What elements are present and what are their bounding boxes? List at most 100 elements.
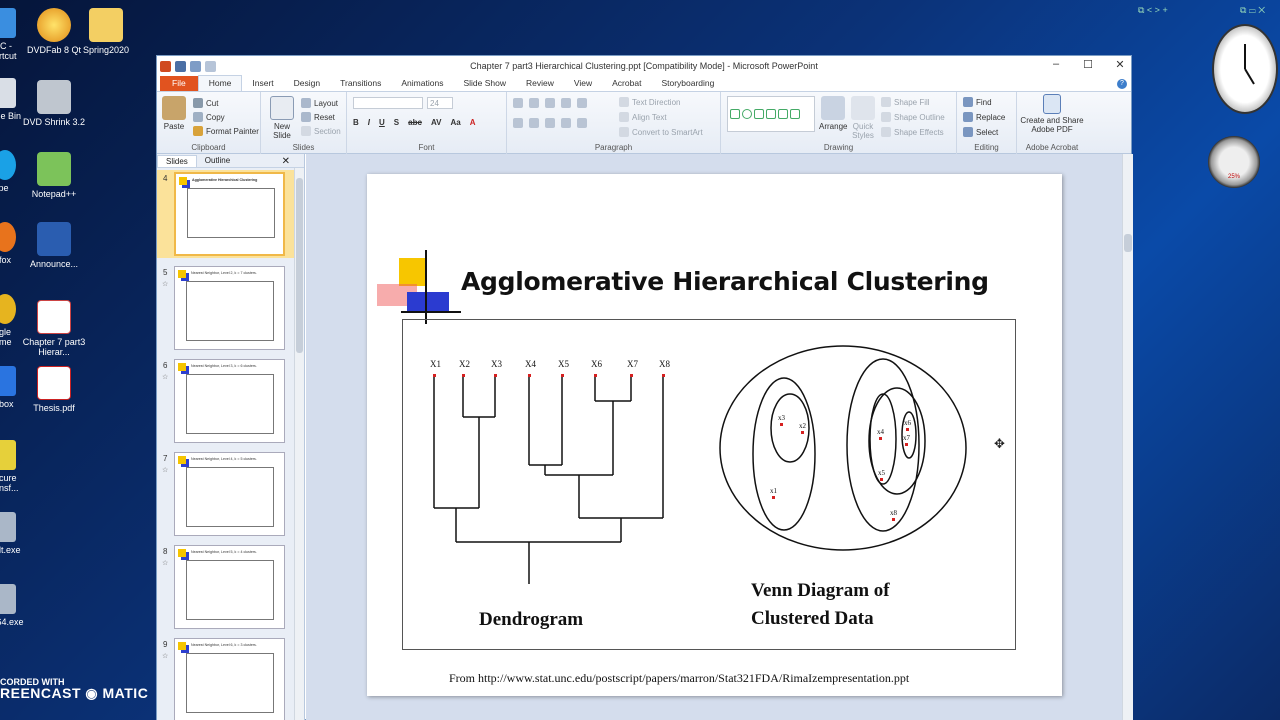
current-slide[interactable]: Agglomerative Hierarchical Clustering X1…: [367, 174, 1062, 696]
desktop-icon-ppt-file[interactable]: Chapter 7 part3 Hierar...: [22, 300, 86, 357]
tab-view[interactable]: View: [564, 76, 602, 91]
help-icon[interactable]: ?: [1117, 79, 1127, 89]
desktop-icon-skype[interactable]: ype: [0, 150, 24, 193]
desktop-icon-t64-exe[interactable]: t64.exe: [0, 584, 24, 627]
shape-effects-button[interactable]: Shape Effects: [881, 127, 944, 137]
font-color-icon[interactable]: A: [470, 118, 476, 127]
slides-pane-scrollbar[interactable]: [294, 168, 304, 720]
rectangle-shape-icon[interactable]: [730, 109, 740, 119]
strikethrough-icon[interactable]: abc: [408, 118, 422, 127]
minimize-button[interactable]: –: [1049, 58, 1063, 71]
desktop-icon-ult-exe[interactable]: ult.exe: [0, 512, 24, 555]
shape-fill-button[interactable]: Shape Fill: [881, 97, 930, 107]
numbering-icon[interactable]: [529, 98, 539, 108]
shapes-gallery[interactable]: [727, 96, 815, 132]
replace-button[interactable]: Replace: [963, 112, 1005, 122]
desktop-icon-recycle-bin[interactable]: cle Bin: [0, 78, 24, 121]
tab-review[interactable]: Review: [516, 76, 564, 91]
slide-thumbnail[interactable]: 6 ☆ Nearest Neighbor, Level 3, k = 6 clus…: [157, 357, 295, 445]
font-size-select[interactable]: 24: [427, 97, 453, 109]
desktop-icon-pc-shortcut[interactable]: PC - ortcut: [0, 8, 24, 61]
new-slide-button[interactable]: New Slide: [267, 96, 297, 140]
section-button[interactable]: Section: [301, 126, 341, 136]
desktop-icon-word-doc[interactable]: Announce...: [22, 222, 86, 269]
change-case-icon[interactable]: Aa: [450, 118, 460, 127]
slide-scrollbar[interactable]: [1122, 154, 1133, 720]
bullets-icon[interactable]: [513, 98, 523, 108]
tab-file[interactable]: File: [160, 76, 198, 91]
columns-icon[interactable]: [577, 118, 587, 128]
line-shape-icon[interactable]: [754, 109, 764, 119]
align-text-icon: [619, 112, 629, 122]
slide-thumbnail[interactable]: 8 ☆ Nearest Neighbor, Level 5, k = 4 clus…: [157, 543, 295, 631]
create-pdf-button[interactable]: Create and Share Adobe PDF: [1019, 94, 1085, 134]
desktop-icon-dvd-shrink[interactable]: DVD Shrink 3.2: [22, 80, 86, 127]
select-button[interactable]: Select: [963, 127, 998, 137]
point-label: x1: [770, 487, 778, 495]
cut-button[interactable]: Cut: [193, 98, 218, 108]
justify-icon[interactable]: [561, 118, 571, 128]
arrange-button[interactable]: Arrange: [819, 96, 847, 131]
desktop-icon-secure-transfer[interactable]: ecure ansf...: [0, 440, 24, 493]
copy-button[interactable]: Copy: [193, 112, 225, 122]
pane-close-icon[interactable]: ✕: [274, 155, 298, 168]
desktop-icon-thesis-pdf[interactable]: Thesis.pdf: [22, 366, 86, 413]
decrease-indent-icon[interactable]: [545, 98, 555, 108]
desktop-icon-notepadpp[interactable]: Notepad++: [22, 152, 86, 199]
tab-acrobat[interactable]: Acrobat: [602, 76, 651, 91]
tab-slides-pane[interactable]: Slides: [157, 154, 197, 167]
redo-icon[interactable]: [205, 60, 216, 72]
tab-outline-pane[interactable]: Outline: [197, 155, 238, 166]
find-button[interactable]: Find: [963, 97, 992, 107]
shape-outline-button[interactable]: Shape Outline: [881, 112, 945, 122]
font-name-select[interactable]: [353, 97, 423, 109]
quick-styles-button[interactable]: Quick Styles: [849, 96, 877, 140]
tab-insert[interactable]: Insert: [242, 76, 283, 91]
format-painter-button[interactable]: Format Painter: [193, 126, 259, 136]
bold-icon[interactable]: B: [353, 118, 359, 127]
taskbar-mini-controls-2: ⧉ ▭ ✕: [1240, 5, 1266, 15]
tab-home[interactable]: Home: [197, 75, 243, 91]
text-direction-button[interactable]: Text Direction: [619, 97, 680, 107]
slide-thumbnail[interactable]: 4 Agglomerative Hierarchical Clustering: [157, 170, 295, 258]
powerpoint-logo-icon[interactable]: [160, 60, 171, 72]
save-icon[interactable]: [175, 60, 186, 72]
tab-slide-show[interactable]: Slide Show: [453, 76, 516, 91]
tab-design[interactable]: Design: [284, 76, 330, 91]
reset-button[interactable]: Reset: [301, 112, 335, 122]
increase-indent-icon[interactable]: [561, 98, 571, 108]
reset-icon: [301, 112, 311, 122]
close-button[interactable]: ✕: [1113, 58, 1127, 71]
layout-button[interactable]: Layout: [301, 98, 338, 108]
tab-animations[interactable]: Animations: [391, 76, 453, 91]
desktop-icon-folder[interactable]: Spring2020: [74, 8, 138, 55]
align-right-icon[interactable]: [545, 118, 555, 128]
desktop-icon-firefox[interactable]: efox: [0, 222, 24, 265]
align-text-button[interactable]: Align Text: [619, 112, 667, 122]
taskbar-mini-controls: ⧉ < > +: [1138, 5, 1168, 15]
tab-transitions[interactable]: Transitions: [330, 76, 391, 91]
point-label: x7: [903, 434, 911, 442]
desktop-icon-dropbox[interactable]: obox: [0, 366, 24, 409]
slide-thumbnail[interactable]: 9 ☆ Nearest Neighbor, Level 6, k = 3 clus…: [157, 636, 295, 720]
smartart-button[interactable]: Convert to SmartArt: [619, 127, 703, 137]
slide-thumbnail[interactable]: 7 ☆ Nearest Neighbor, Level 4, k = 5 clus…: [157, 450, 295, 538]
maximize-button[interactable]: ☐: [1081, 58, 1095, 71]
tab-storyboarding[interactable]: Storyboarding: [651, 76, 724, 91]
align-left-icon[interactable]: [513, 118, 523, 128]
oval-shape-icon[interactable]: [742, 109, 752, 119]
italic-icon[interactable]: I: [368, 118, 370, 127]
shadow-icon[interactable]: S: [394, 118, 399, 127]
undo-icon[interactable]: [190, 60, 201, 72]
line-spacing-icon[interactable]: [577, 98, 587, 108]
venn-label: Venn Diagram of Clustered Data: [751, 580, 890, 629]
paste-button[interactable]: Paste: [161, 96, 187, 131]
curve-shape-icon[interactable]: [790, 109, 800, 119]
align-center-icon[interactable]: [529, 118, 539, 128]
char-spacing-icon[interactable]: AV: [431, 118, 442, 127]
slide-thumbnail[interactable]: 5 ☆ Nearest Neighbor, Level 2, k = 7 clus…: [157, 264, 295, 352]
underline-icon[interactable]: U: [379, 118, 385, 127]
triangle-shape-icon[interactable]: [778, 109, 788, 119]
desktop-icon-chrome[interactable]: ogle ome: [0, 294, 24, 347]
arrow-shape-icon[interactable]: [766, 109, 776, 119]
